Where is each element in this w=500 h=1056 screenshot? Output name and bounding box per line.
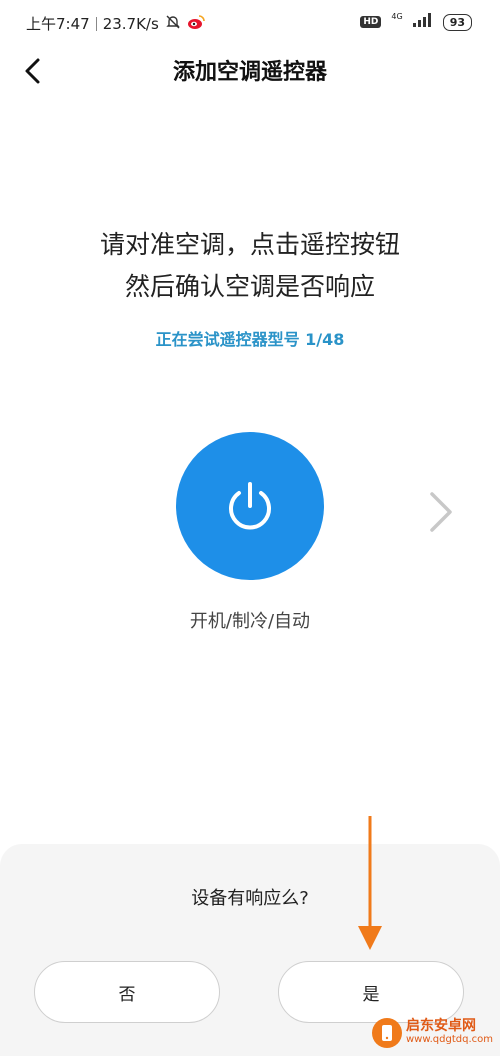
network-type: 4G xyxy=(391,11,403,21)
function-label: 开机/制冷/自动 xyxy=(189,611,311,632)
signal-icon xyxy=(412,13,433,31)
watermark-url: www.qdgtdq.com xyxy=(406,1034,493,1045)
header: 添加空调遥控器 xyxy=(0,46,500,96)
power-icon xyxy=(229,482,271,530)
status-left: 上午7:47 23.7K/s xyxy=(26,13,205,34)
no-button[interactable]: 否 xyxy=(34,961,220,1023)
response-question: 设备有响应么? xyxy=(191,888,309,909)
instruction-line-2: 然后确认空调是否响应 xyxy=(124,272,375,301)
next-model-button[interactable] xyxy=(424,488,460,536)
page-title: 添加空调遥控器 xyxy=(172,60,327,85)
status-speed: 23.7K/s xyxy=(102,14,159,33)
battery-indicator: 93 xyxy=(442,13,472,31)
watermark: 启东安卓网 www.qdgtdq.com xyxy=(372,1014,496,1052)
mute-bell-icon xyxy=(165,14,181,34)
power-button[interactable] xyxy=(176,432,324,580)
annotation-arrow-icon xyxy=(358,816,382,950)
status-divider xyxy=(95,16,97,31)
watermark-text: 启东安卓网 www.qdgtdq.com xyxy=(406,1019,493,1047)
weibo-icon xyxy=(187,14,205,34)
chevron-right-icon xyxy=(430,492,452,532)
hd-badge: HD xyxy=(360,16,382,28)
status-right: HD 4G 93 xyxy=(360,11,472,31)
status-time: 上午7:47 xyxy=(26,15,90,33)
watermark-logo-icon xyxy=(372,1018,402,1048)
instructions: 请对准空调，点击遥控按钮 然后确认空调是否响应 xyxy=(0,224,500,308)
watermark-name: 启东安卓网 xyxy=(406,1018,476,1034)
status-bar: 上午7:47 23.7K/s HD 4G 93 xyxy=(0,0,500,46)
instruction-line-1: 请对准空调，点击遥控按钮 xyxy=(99,230,400,259)
model-progress-text: 正在尝试遥控器型号 1/48 xyxy=(155,330,345,349)
